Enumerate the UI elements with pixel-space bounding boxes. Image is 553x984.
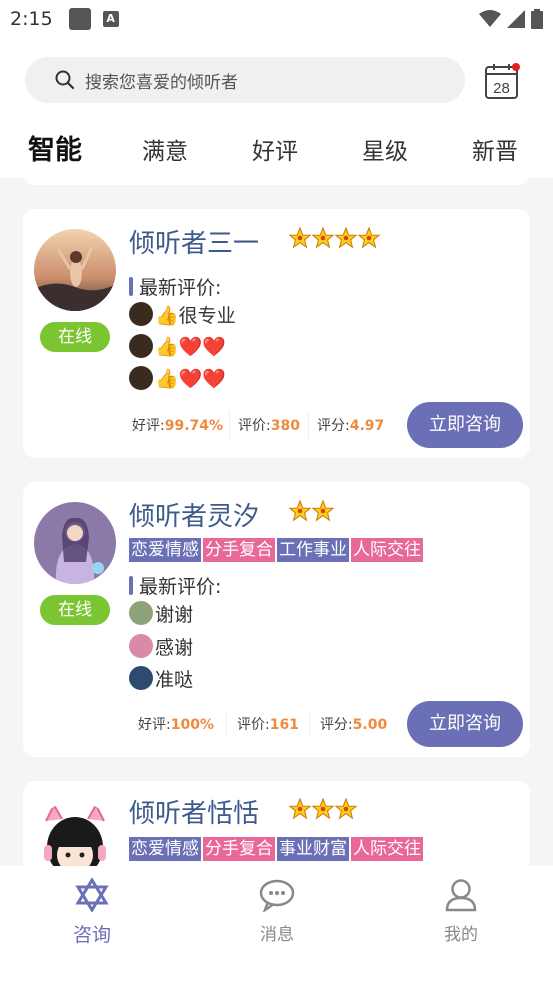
tab-consult-label: 咨询 (72, 924, 111, 946)
header: 搜索您喜爱的倾听者 28 智能 满意 好评 星级 新晋 (0, 38, 553, 178)
star-rating (289, 227, 380, 249)
category-tabs: 智能 满意 好评 星级 新晋 (0, 128, 553, 176)
listener-stats: 好评:99.74% 评价:380 评分:4.97 (126, 405, 392, 445)
listener-card[interactable]: 在线 倾听者三一 最新评价: 👍很专业 👍❤️❤️ 👍❤️❤️ 好评:99.74… (23, 209, 530, 458)
tab-mine-label: 我的 (444, 925, 478, 945)
online-badge: 在线 (40, 595, 110, 625)
notification-icon (68, 8, 91, 30)
review-text: 准哒 (155, 668, 194, 691)
reviewer-avatar (129, 666, 153, 690)
reviewer-avatar (129, 601, 153, 625)
tag: 人际交往 (351, 837, 423, 861)
review-heading-text: 最新评价: (139, 277, 222, 299)
listener-avatar[interactable] (34, 502, 116, 584)
online-badge: 在线 (40, 322, 110, 352)
previous-card-edge (23, 170, 530, 185)
review-item: 👍❤️❤️ (129, 364, 226, 392)
listener-name: 倾听者灵汐 (129, 502, 260, 532)
specialty-tags: 恋爱情感 分手复合 事业财富 人际交往 (129, 837, 423, 861)
star-icon (312, 798, 334, 820)
chat-bubble-icon (259, 879, 295, 914)
status-time: 2:15 (10, 8, 53, 30)
listener-avatar[interactable] (34, 229, 116, 311)
listener-card[interactable]: 在线 倾听者灵汐 恋爱情感 分手复合 工作事业 人际交往 最新评价: 谢谢 感谢… (23, 482, 530, 757)
good-rate: 好评:100% (138, 717, 214, 733)
review-item: 感谢 (129, 632, 193, 660)
search-input[interactable]: 搜索您喜爱的倾听者 (85, 68, 238, 93)
tab-new[interactable]: 新晋 (472, 132, 518, 166)
star-icon (289, 227, 311, 249)
star-icon (358, 227, 380, 249)
star-icon (312, 500, 334, 522)
review-text: 谢谢 (155, 603, 194, 626)
wifi-icon (479, 10, 501, 27)
tag: 分手复合 (203, 538, 275, 562)
review-text: 感谢 (155, 636, 194, 659)
consult-button[interactable]: 立即咨询 (407, 701, 523, 747)
review-item: 👍很专业 (129, 300, 236, 328)
tag: 人际交往 (351, 538, 423, 562)
tag: 恋爱情感 (129, 538, 201, 562)
score: 评分:4.97 (316, 418, 385, 434)
status-bar: 2:15 A (0, 0, 553, 38)
listener-name: 倾听者三一 (129, 229, 260, 259)
tab-messages[interactable]: 消息 (237, 878, 317, 945)
star-icon (289, 500, 311, 522)
reviewer-avatar (129, 334, 153, 358)
listener-name: 倾听者恬恬 (129, 799, 260, 829)
user-icon (445, 879, 477, 912)
review-item: 谢谢 (129, 599, 193, 627)
star-rating (289, 500, 334, 522)
star-icon (312, 227, 334, 249)
listener-stats: 好评:100% 评价:161 评分:5.00 (126, 704, 397, 744)
review-item: 准哒 (129, 664, 193, 692)
reviewer-avatar (129, 302, 153, 326)
signal-icon (507, 10, 525, 28)
tag: 恋爱情感 (129, 837, 201, 861)
calendar-icon: 28 (485, 63, 520, 99)
tag: 事业财富 (277, 837, 349, 861)
review-count: 评价:161 (236, 717, 299, 733)
review-heading-text: 最新评价: (139, 576, 222, 598)
search-icon (55, 70, 75, 90)
tab-mine[interactable]: 我的 (421, 878, 501, 945)
review-text: 👍❤️❤️ (155, 367, 226, 390)
reviewer-avatar (129, 634, 153, 658)
good-rate: 好评:99.74% (132, 418, 224, 434)
consult-button[interactable]: 立即咨询 (407, 402, 523, 448)
review-text: 👍❤️❤️ (155, 335, 226, 358)
review-text: 👍很专业 (155, 304, 236, 327)
latest-review-heading: 最新评价: (129, 273, 221, 300)
score: 评分:5.00 (319, 717, 388, 733)
calendar-button[interactable]: 28 (484, 62, 520, 100)
star-of-david-icon (75, 877, 109, 913)
tag: 分手复合 (203, 837, 275, 861)
tab-smart[interactable]: 智能 (28, 128, 82, 167)
search-bar[interactable]: 搜索您喜爱的倾听者 (25, 57, 465, 103)
star-icon (335, 227, 357, 249)
tag: 工作事业 (277, 538, 349, 562)
reviewer-avatar (129, 366, 153, 390)
star-rating (289, 798, 357, 820)
tab-consult[interactable]: 咨询 (52, 877, 132, 947)
listener-card[interactable]: 倾听者恬恬 恋爱情感 分手复合 事业财富 人际交往 (23, 781, 530, 871)
tab-satisfied[interactable]: 满意 (142, 132, 188, 166)
tab-star-level[interactable]: 星级 (362, 132, 408, 166)
review-item: 👍❤️❤️ (129, 332, 226, 360)
tab-messages-label: 消息 (260, 925, 294, 945)
latest-review-heading: 最新评价: (129, 572, 221, 599)
specialty-tags: 恋爱情感 分手复合 工作事业 人际交往 (129, 538, 423, 562)
review-count: 评价:380 (238, 418, 300, 434)
star-icon (335, 798, 357, 820)
listener-avatar[interactable] (34, 801, 116, 871)
a-app-icon: A (102, 11, 119, 27)
battery-icon (531, 9, 543, 29)
calendar-day: 28 (493, 80, 510, 97)
star-icon (289, 798, 311, 820)
bottom-tab-bar: 咨询 消息 我的 (0, 866, 553, 984)
tab-good-review[interactable]: 好评 (252, 132, 298, 166)
